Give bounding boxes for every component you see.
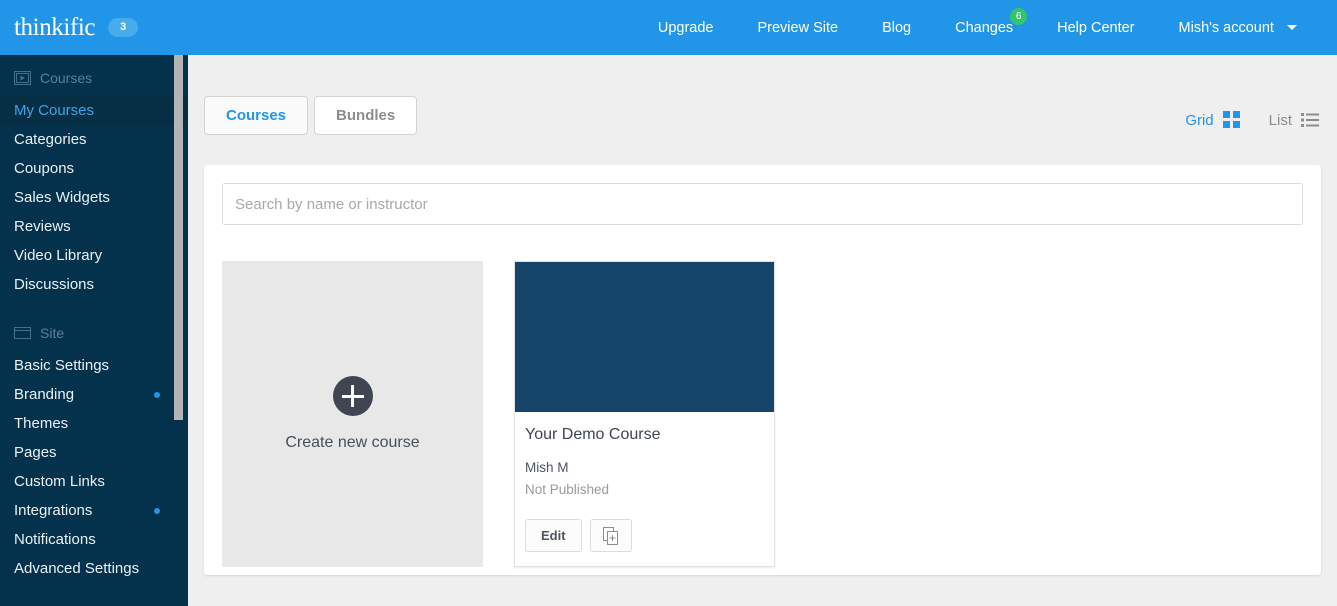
sidebar-item-categories[interactable]: Categories — [0, 125, 188, 154]
nav-changes-label: Changes — [955, 19, 1014, 36]
sidebar-item-label: Notifications — [14, 531, 96, 548]
sidebar-item-label: Custom Links — [14, 473, 105, 490]
course-status-badge: Not Published — [525, 482, 610, 497]
sidebar-item-label: Coupons — [14, 160, 75, 177]
sidebar-item-label: Discussions — [14, 276, 95, 293]
course-title: Your Demo Course — [525, 426, 661, 443]
course-card-body: Your Demo Course Mish M Not Published — [515, 412, 774, 519]
nav-help-center[interactable]: Help Center — [1035, 20, 1156, 36]
view-toggle-grid[interactable]: Grid — [1185, 111, 1240, 129]
sidebar-item-discussions[interactable]: Discussions — [0, 270, 188, 299]
brand-logo[interactable]: thinkific — [14, 14, 96, 42]
nav-preview-site[interactable]: Preview Site — [735, 20, 860, 36]
sidebar-item-reviews[interactable]: Reviews — [0, 212, 188, 241]
course-card-grid: Create new course Your Demo Course Mish … — [222, 261, 1303, 567]
sidebar-section-courses-label: Courses — [40, 70, 93, 86]
sidebar-item-coupons[interactable]: Coupons — [0, 154, 188, 183]
sidebar-item-notifications[interactable]: Notifications — [0, 525, 188, 554]
sidebar-item-label: Sales Widgets — [14, 189, 110, 206]
sidebar-item-custom-links[interactable]: Custom Links — [0, 467, 188, 496]
sidebar-item-label: Video Library — [14, 247, 103, 264]
sidebar-item-video-library[interactable]: Video Library — [0, 241, 188, 270]
sidebar: Courses My Courses Categories Coupons Sa… — [0, 55, 188, 606]
sidebar-section-site-label: Site — [40, 325, 65, 341]
sidebar-item-pages[interactable]: Pages — [0, 438, 188, 467]
view-toggle-list-label: List — [1268, 111, 1292, 129]
sidebar-item-branding[interactable]: Branding — [0, 380, 188, 409]
duplicate-course-button[interactable] — [589, 519, 632, 552]
nav-upgrade-label: Upgrade — [657, 19, 714, 36]
view-toggle-list[interactable]: List — [1269, 112, 1319, 129]
sidebar-scrollbar-thumb[interactable] — [174, 55, 183, 420]
tabs-row: Courses Bundles Grid List — [188, 55, 1337, 135]
brand-area[interactable]: thinkific 3 — [0, 14, 190, 42]
sidebar-item-advanced-settings[interactable]: Advanced Settings — [0, 554, 188, 583]
course-card[interactable]: Your Demo Course Mish M Not Published Ed… — [514, 261, 775, 567]
create-new-course-card[interactable]: Create new course — [222, 261, 483, 567]
sidebar-item-label: Reviews — [14, 218, 71, 235]
tab-bundles-label: Bundles — [336, 107, 396, 124]
edit-course-label: Edit — [541, 528, 566, 543]
nav-upgrade[interactable]: Upgrade — [636, 20, 736, 36]
create-new-course-label: Create new course — [285, 434, 420, 451]
changes-count-badge: 6 — [1010, 7, 1028, 25]
plus-circle-icon — [332, 376, 373, 416]
course-card-actions: Edit — [515, 519, 774, 566]
course-author: Mish M — [525, 460, 569, 475]
sidebar-item-themes[interactable]: Themes — [0, 409, 188, 438]
sidebar-item-label: Categories — [14, 131, 87, 148]
list-view-icon — [1301, 113, 1319, 127]
top-navigation-bar: thinkific 3 Upgrade Preview Site Blog Ch… — [0, 0, 1337, 55]
sidebar-item-integrations[interactable]: Integrations — [0, 496, 188, 525]
nav-blog-label: Blog — [882, 19, 912, 36]
sidebar-item-label: Basic Settings — [14, 357, 110, 374]
video-slide-icon — [14, 71, 31, 85]
tab-courses-label: Courses — [226, 107, 287, 124]
nav-changes[interactable]: Changes 6 — [933, 7, 1035, 36]
notification-dot-icon — [154, 391, 160, 398]
nav-blog[interactable]: Blog — [860, 20, 933, 36]
nav-preview-site-label: Preview Site — [757, 19, 839, 36]
course-thumbnail — [515, 262, 774, 412]
sidebar-item-label: Pages — [14, 444, 57, 461]
nav-account-menu[interactable]: Mish's account — [1157, 20, 1319, 36]
nav-help-center-label: Help Center — [1057, 19, 1135, 36]
sidebar-section-site: Site — [0, 299, 188, 351]
tab-bundles[interactable]: Bundles — [314, 96, 418, 135]
browser-window-icon — [14, 327, 31, 339]
notification-dot-icon — [154, 507, 160, 514]
grid-view-icon — [1222, 111, 1240, 128]
top-nav-links: Upgrade Preview Site Blog Changes 6 Help… — [636, 7, 1337, 36]
brand-count-badge: 3 — [108, 18, 139, 37]
sidebar-item-sales-widgets[interactable]: Sales Widgets — [0, 183, 188, 212]
sidebar-item-label: Advanced Settings — [14, 560, 140, 577]
chevron-down-icon — [1287, 25, 1297, 31]
view-toggle-grid-label: Grid — [1185, 111, 1214, 129]
sidebar-item-label: Themes — [14, 415, 69, 432]
sidebar-item-label: My Courses — [14, 102, 95, 119]
sidebar-item-label: Branding — [14, 386, 75, 403]
sidebar-item-label: Integrations — [14, 502, 93, 519]
nav-account-label: Mish's account — [1178, 19, 1274, 36]
view-toggle: Grid List — [1185, 111, 1319, 129]
courses-panel: Create new course Your Demo Course Mish … — [204, 165, 1321, 575]
sidebar-item-my-courses[interactable]: My Courses — [0, 96, 188, 125]
duplicate-icon — [602, 526, 618, 545]
main-content: Courses Bundles Grid List Search by name… — [188, 55, 1337, 606]
search-input[interactable] — [222, 183, 1303, 225]
sidebar-section-courses: Courses — [0, 55, 188, 96]
edit-course-button[interactable]: Edit — [525, 519, 582, 552]
sidebar-item-basic-settings[interactable]: Basic Settings — [0, 351, 188, 380]
tab-courses[interactable]: Courses — [204, 96, 309, 135]
